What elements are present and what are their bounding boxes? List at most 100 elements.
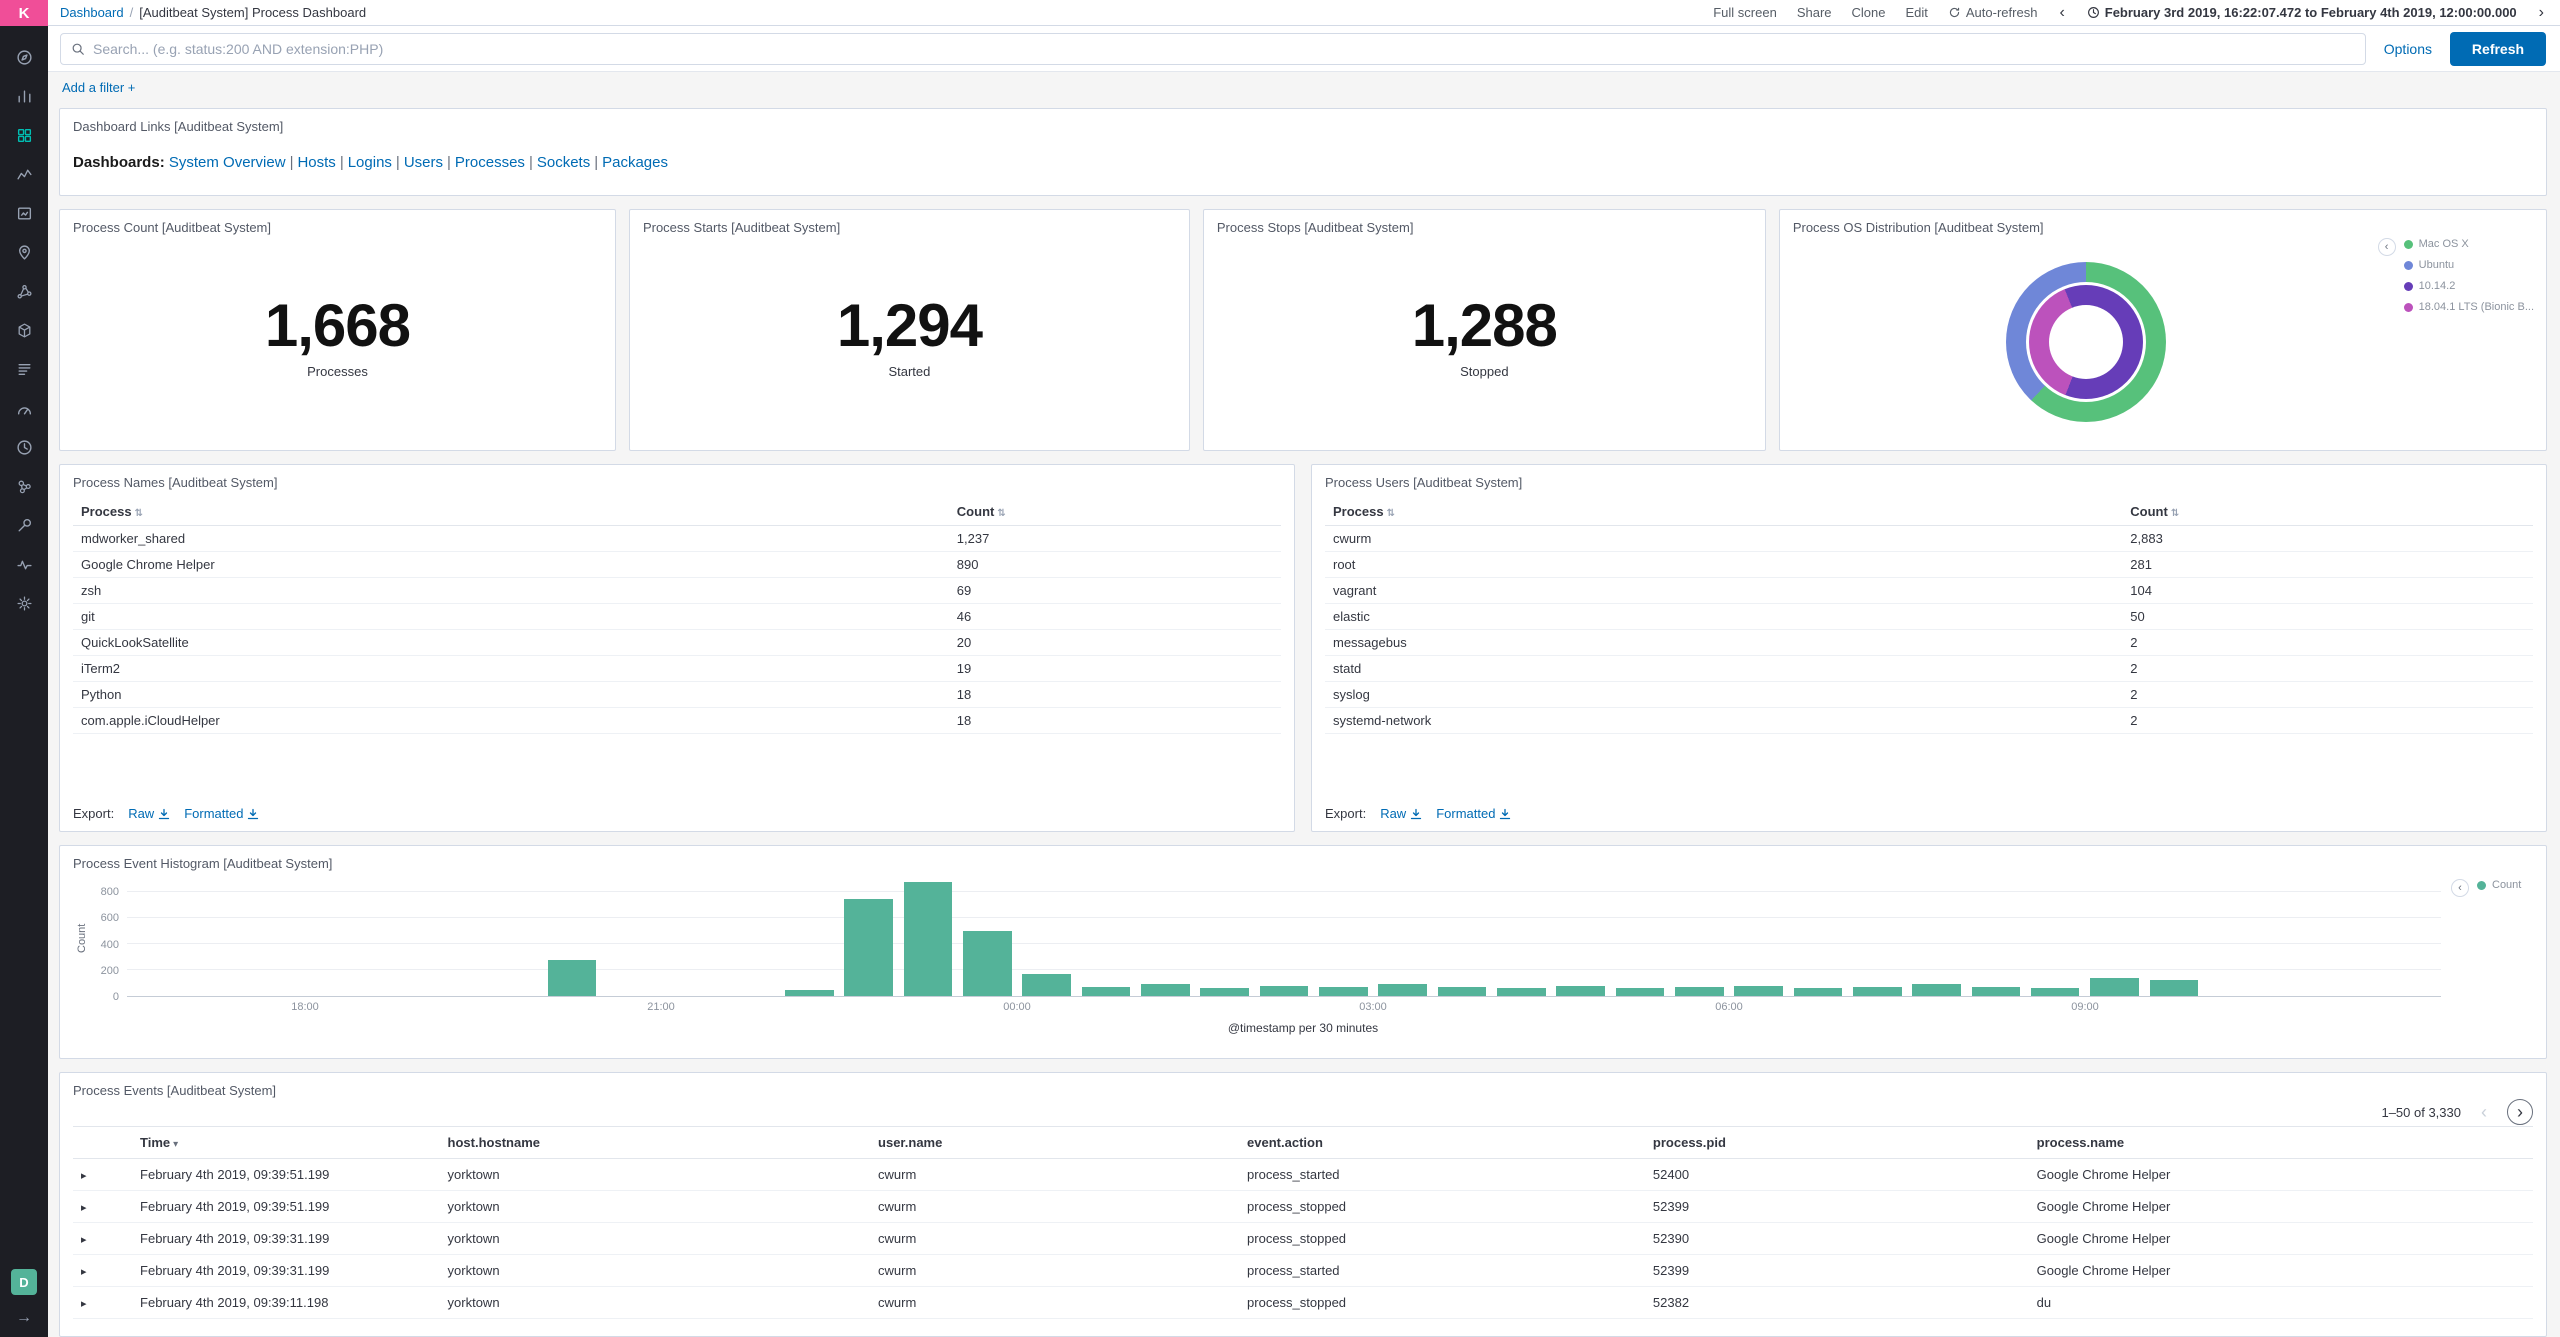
prev-page-icon[interactable]: ‹ (2471, 1099, 2497, 1125)
full-screen-button[interactable]: Full screen (1713, 5, 1777, 20)
add-filter-link[interactable]: Add a filter + (62, 80, 135, 95)
column-header-count[interactable]: Count ⇅ (2122, 498, 2533, 526)
histogram-bar[interactable] (2090, 977, 2139, 996)
events-column-header-process-name[interactable]: process.name (2028, 1126, 2533, 1159)
legend-item[interactable]: 10.14.2 (2403, 280, 2534, 292)
dashboard-icon[interactable] (0, 116, 48, 155)
events-column-header-time[interactable]: Time ▾ (132, 1126, 440, 1159)
events-column-header-user-name[interactable]: user.name (870, 1126, 1240, 1159)
histogram-bar[interactable] (1081, 986, 1131, 996)
dashboard-link-processes[interactable]: Processes (455, 154, 525, 171)
auto-refresh-button[interactable]: Auto-refresh (1948, 5, 2037, 20)
histogram-bar[interactable] (1556, 985, 1605, 996)
edit-button[interactable]: Edit (1905, 5, 1927, 20)
maps-icon[interactable] (0, 233, 48, 272)
expand-row-icon[interactable]: ▸ (81, 1234, 87, 1246)
histogram-bar[interactable] (844, 898, 893, 996)
column-header-process[interactable]: Process ⇅ (73, 498, 949, 526)
legend-item[interactable]: 18.04.1 LTS (Bionic B... (2403, 301, 2534, 313)
histogram-bar[interactable] (1912, 984, 1961, 996)
expand-row-icon[interactable]: ▸ (81, 1266, 87, 1278)
histogram-bar[interactable] (2149, 980, 2199, 996)
time-step-back-icon[interactable]: ‹ (2057, 4, 2066, 21)
expand-row-icon[interactable]: ▸ (81, 1170, 87, 1182)
breadcrumb: Dashboard / [Auditbeat System] Process D… (60, 5, 366, 20)
dashboard-link-users[interactable]: Users (404, 154, 443, 171)
export-raw-link[interactable]: Raw (1380, 806, 1422, 821)
events-column-header-host-hostname[interactable]: host.hostname (439, 1126, 871, 1159)
export-formatted-link[interactable]: Formatted (184, 806, 259, 821)
legend-item[interactable]: Ubuntu (2403, 259, 2534, 271)
histogram-bar[interactable] (903, 881, 953, 996)
histogram-bar[interactable] (547, 959, 597, 996)
graph-icon[interactable] (0, 467, 48, 506)
share-button[interactable]: Share (1797, 5, 1832, 20)
time-range-picker[interactable]: February 3rd 2019, 16:22:07.472 to Febru… (2087, 5, 2517, 20)
legend-item-count[interactable]: Count (2477, 879, 2521, 891)
sort-icon: ⇅ (1386, 508, 1395, 519)
export-formatted-link[interactable]: Formatted (1436, 806, 1511, 821)
histogram-bar[interactable] (1140, 984, 1190, 996)
legend-toggle-icon[interactable]: ‹ (2377, 238, 2396, 256)
logs-icon[interactable] (0, 350, 48, 389)
histogram-bar[interactable] (1734, 985, 1783, 996)
expand-row-icon[interactable]: ▸ (81, 1298, 87, 1310)
histogram-bar[interactable] (1259, 985, 1309, 996)
filter-bar: Add a filter + (48, 72, 2560, 102)
table-row: mdworker_shared 1,237 (73, 525, 1281, 552)
space-avatar[interactable]: D (11, 1269, 37, 1295)
panel-title: Process Starts [Auditbeat System] (642, 220, 841, 235)
uptime-icon[interactable] (0, 428, 48, 467)
histogram-bar[interactable] (1971, 986, 2021, 996)
dashboard-link-logins[interactable]: Logins (348, 154, 392, 171)
timelion-icon[interactable] (0, 155, 48, 194)
legend-toggle-icon[interactable]: ‹ (2451, 879, 2469, 897)
breadcrumb-dashboard-link[interactable]: Dashboard (60, 5, 124, 20)
histogram-bar[interactable] (1200, 988, 1249, 996)
export-raw-link[interactable]: Raw (128, 806, 170, 821)
os-distribution-donut[interactable] (2006, 262, 2167, 422)
histogram-bar[interactable] (1852, 986, 1902, 996)
dev-tools-icon[interactable] (0, 506, 48, 545)
y-axis-labels: 0 200 400 600 800 (100, 886, 119, 1003)
column-header-count[interactable]: Count ⇅ (948, 498, 1281, 526)
visualize-icon[interactable] (0, 77, 48, 116)
histogram-bar[interactable] (1496, 988, 1546, 996)
monitoring-icon[interactable] (0, 545, 48, 584)
dashboard-link-sockets[interactable]: Sockets (537, 154, 590, 171)
dashboard-link-packages[interactable]: Packages (602, 154, 668, 171)
histogram-bar[interactable] (1674, 986, 1724, 996)
expand-row-icon[interactable]: ▸ (81, 1202, 87, 1214)
histogram-bar[interactable] (1793, 988, 1843, 996)
machine-learning-icon[interactable] (0, 272, 48, 311)
legend-color-dot (2403, 239, 2413, 249)
events-column-header-event-action[interactable]: event.action (1239, 1126, 1645, 1159)
top-bar: Dashboard / [Auditbeat System] Process D… (48, 0, 2560, 26)
histogram-bar[interactable] (1022, 973, 1071, 996)
canvas-icon[interactable] (0, 194, 48, 233)
time-step-forward-icon[interactable]: › (2537, 4, 2546, 21)
next-page-icon[interactable]: › (2507, 1099, 2533, 1125)
options-link[interactable]: Options (2384, 41, 2432, 57)
column-header-process[interactable]: Process ⇅ (1325, 498, 2123, 526)
legend-item[interactable]: Mac OS X (2403, 238, 2534, 250)
management-icon[interactable] (0, 584, 48, 623)
discover-icon[interactable] (0, 38, 48, 77)
histogram-bar[interactable] (2030, 988, 2080, 996)
events-column-header-process-pid[interactable]: process.pid (1644, 1126, 2029, 1159)
histogram-bar[interactable] (1437, 986, 1487, 996)
histogram-bar[interactable] (962, 931, 1012, 996)
infrastructure-icon[interactable] (0, 311, 48, 350)
dashboard-link-hosts[interactable]: Hosts (297, 154, 335, 171)
event-cell: process_stopped (1239, 1222, 1645, 1255)
histogram-bar[interactable] (1318, 986, 1368, 996)
collapse-nav-icon[interactable]: → (16, 1309, 32, 1327)
search-input[interactable] (93, 40, 2355, 57)
refresh-button[interactable]: Refresh (2450, 31, 2546, 66)
apm-icon[interactable] (0, 389, 48, 428)
histogram-bar[interactable] (1615, 988, 1665, 996)
kibana-logo[interactable]: K (0, 0, 48, 26)
histogram-bar[interactable] (1378, 984, 1427, 996)
dashboard-link-system-overview[interactable]: System Overview (169, 154, 286, 171)
clone-button[interactable]: Clone (1852, 5, 1886, 20)
